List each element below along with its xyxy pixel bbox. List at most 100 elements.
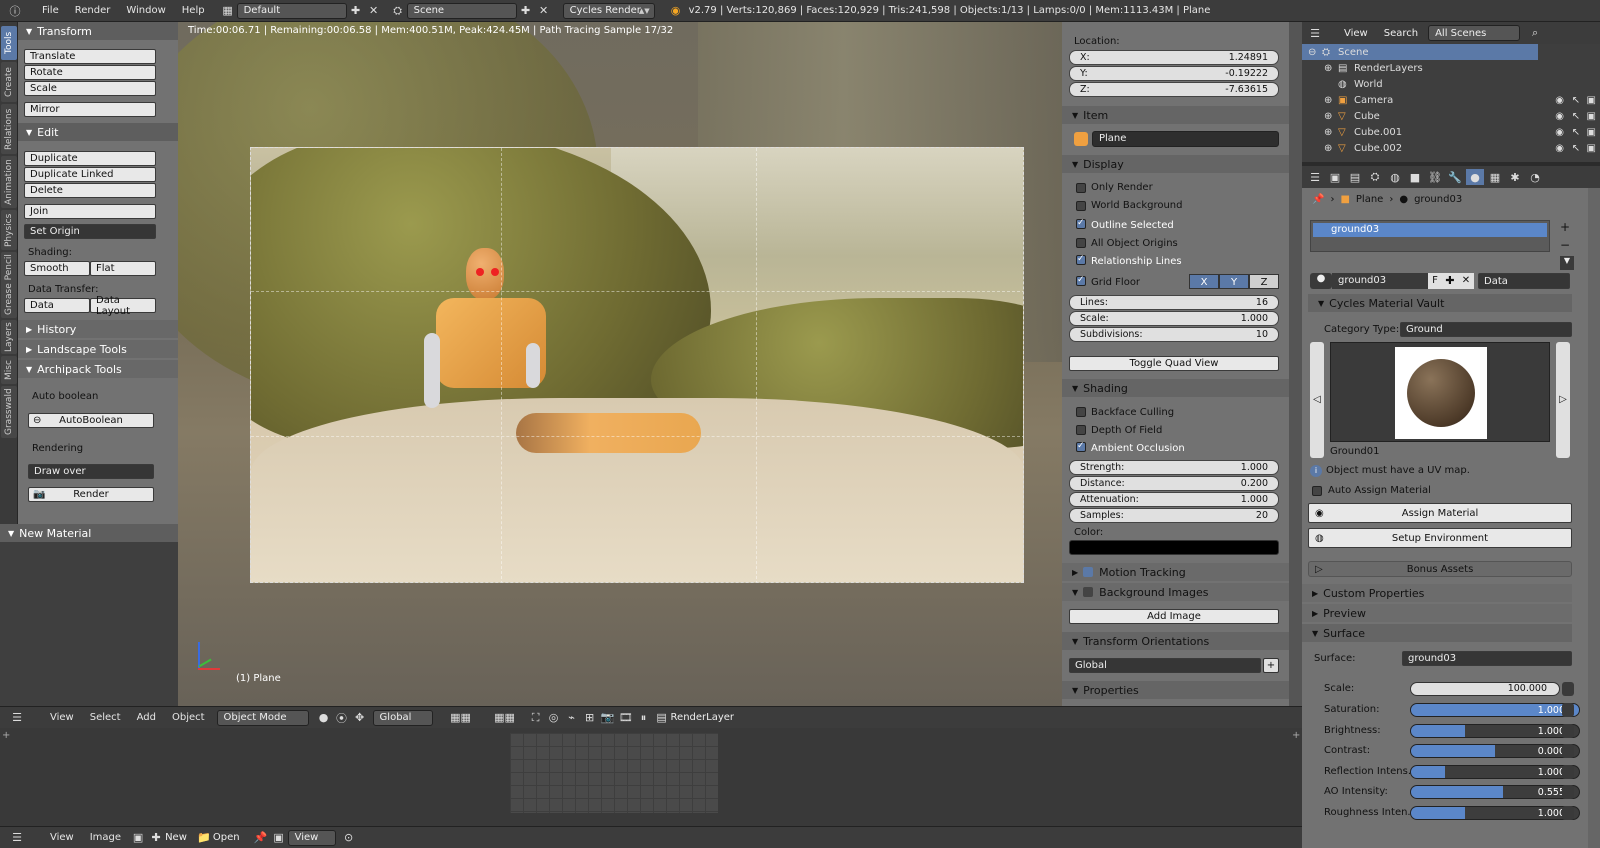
shading-panel-header[interactable]: ▼ Shading	[1062, 379, 1289, 397]
tab-misc[interactable]: Misc	[1, 356, 17, 384]
new-material-panel-header[interactable]: ▼ New Material	[0, 524, 178, 542]
add-scene-icon[interactable]: ✚	[517, 3, 535, 19]
surface-node-select[interactable]: ground03	[1402, 651, 1572, 666]
image-view-select[interactable]: View	[287, 829, 336, 846]
transform-orientations-header[interactable]: ▼ Transform Orientations	[1062, 632, 1289, 650]
backface-culling-checkbox[interactable]	[1076, 407, 1086, 417]
panel-expand-icon[interactable]: +	[2, 730, 10, 741]
toggle-quad-view-button[interactable]: Toggle Quad View	[1069, 356, 1279, 371]
scale-field[interactable]: 100.000	[1410, 682, 1560, 696]
depth-of-field-checkbox[interactable]	[1076, 425, 1086, 435]
add-slot-icon[interactable]: +	[1560, 220, 1574, 234]
physics-tab-icon[interactable]: ◔	[1526, 169, 1544, 185]
grid-lines-field[interactable]: Lines: 16	[1069, 295, 1279, 310]
surface-panel-header[interactable]: ▼ Surface	[1302, 624, 1572, 642]
visibility-eye-icon[interactable]: ◉	[1555, 143, 1564, 154]
editor-type-icon[interactable]: ☰	[8, 830, 26, 846]
orientation-select[interactable]: Global	[1069, 658, 1261, 673]
select-menu[interactable]: Select	[82, 712, 129, 723]
socket-icon[interactable]	[1562, 703, 1574, 717]
category-type-select[interactable]: Ground	[1400, 322, 1572, 337]
select-cursor-icon[interactable]: ↖	[1572, 143, 1580, 154]
duplicate-button[interactable]: Duplicate	[24, 151, 156, 166]
delete-button[interactable]: Delete	[24, 183, 156, 198]
background-images-header[interactable]: ▼ Background Images	[1062, 583, 1289, 601]
ao-distance-field[interactable]: Distance: 0.200	[1069, 476, 1279, 491]
background-images-checkbox[interactable]	[1083, 587, 1094, 597]
3d-viewport[interactable]: Time:00:06.71 | Remaining:00:06.58 | Mem…	[178, 22, 1062, 706]
location-x-field[interactable]: X: 1.24891	[1069, 50, 1279, 65]
socket-icon[interactable]	[1562, 682, 1574, 696]
pivot-point-icon[interactable]: ⦿	[333, 710, 351, 726]
properties-scrollbar[interactable]	[1588, 188, 1600, 848]
editor-type-icon[interactable]: ☰	[8, 710, 26, 726]
view-menu[interactable]: View	[42, 712, 82, 723]
outliner-item-cube-002[interactable]: ⊕ ▽ Cube.002 ◉ ↖ ▣	[1302, 140, 1600, 156]
tab-grease-pencil[interactable]: Grease Pencil	[1, 252, 17, 318]
ao-color-swatch[interactable]	[1069, 540, 1279, 555]
assign-material-button[interactable]: ◉ Assign Material	[1308, 503, 1572, 523]
tab-animation[interactable]: Animation	[1, 156, 17, 208]
data-layout-button[interactable]: Data Layout	[90, 295, 156, 317]
flat-button[interactable]: Flat	[90, 261, 156, 276]
particles-tab-icon[interactable]: ✱	[1506, 169, 1524, 185]
preview-prev-button[interactable]: ◁	[1310, 342, 1324, 458]
viewport-shading-icon[interactable]: ●	[315, 710, 333, 726]
material-vault-header[interactable]: ▼ Cycles Material Vault	[1308, 294, 1572, 312]
properties-panel-header[interactable]: ▼ Properties	[1062, 681, 1289, 699]
outliner-item-scene[interactable]: ⊖ ⛭ Scene	[1302, 44, 1538, 60]
grid-subdivisions-field[interactable]: Subdivisions: 10	[1069, 327, 1279, 342]
location-y-field[interactable]: Y: -0.19222	[1069, 66, 1279, 81]
data-transfer-button[interactable]: Data	[24, 298, 90, 313]
outliner-item-cube-001[interactable]: ⊕ ▽ Cube.001 ◉ ↖ ▣	[1302, 124, 1600, 140]
select-cursor-icon[interactable]: ↖	[1572, 111, 1580, 122]
select-cursor-icon[interactable]: ↖	[1572, 127, 1580, 138]
outliner-item-renderlayers[interactable]: ⊕ ▤ RenderLayers	[1302, 60, 1600, 76]
outliner-filter-select[interactable]: All Scenes	[1428, 25, 1521, 41]
smooth-button[interactable]: Smooth	[24, 261, 90, 276]
ao-samples-field[interactable]: Samples: 20	[1069, 508, 1279, 523]
outline-selected-checkbox[interactable]	[1076, 218, 1086, 229]
history-panel-header[interactable]: ▶ History	[18, 320, 178, 338]
visibility-eye-icon[interactable]: ◉	[1555, 95, 1564, 106]
image-browse-icon[interactable]: ▣	[129, 830, 147, 846]
material-browse-icon[interactable]: ●	[1310, 273, 1332, 289]
outliner-search-menu[interactable]: Search	[1384, 28, 1418, 39]
view-mode-icon[interactable]: ▣	[270, 830, 288, 846]
tab-grasswald[interactable]: Grasswald	[1, 386, 17, 438]
preview-next-button[interactable]: ▷	[1556, 342, 1570, 458]
edit-panel-header[interactable]: ▼ Edit	[18, 123, 178, 141]
outliner-editor-icon[interactable]: ☰	[1306, 25, 1324, 41]
render-button[interactable]: 📷 Render	[28, 487, 154, 502]
snap-icon[interactable]: ⌁	[563, 710, 581, 726]
info-editor-icon[interactable]: ⓘ	[6, 3, 24, 19]
screen-layout-icon[interactable]: ▦	[219, 3, 237, 19]
menu-help[interactable]: Help	[174, 5, 213, 16]
pin-icon[interactable]: 📌	[252, 830, 270, 846]
join-button[interactable]: Join	[24, 204, 156, 219]
ao-attenuation-field[interactable]: Attenuation: 1.000	[1069, 492, 1279, 507]
value-slider[interactable]: 1.000	[1410, 805, 1580, 820]
value-slider[interactable]: 1.000	[1410, 723, 1580, 738]
modifiers-tab-icon[interactable]: 🔧	[1446, 169, 1464, 185]
render-layer-icon[interactable]: ▤	[653, 710, 671, 726]
material-name-field[interactable]: ground03	[1332, 273, 1428, 289]
image-menu[interactable]: Image	[82, 832, 129, 843]
add-material-icon[interactable]: ✚	[1442, 273, 1458, 289]
scene-icon[interactable]: ⛭	[389, 3, 407, 19]
only-render-checkbox[interactable]	[1076, 183, 1086, 193]
render-camera-icon[interactable]: ▣	[1587, 111, 1596, 122]
draw-over-select[interactable]: Draw over	[28, 464, 154, 479]
add-orientation-icon[interactable]: +	[1263, 658, 1279, 673]
motion-tracking-header[interactable]: ▶ Motion Tracking	[1062, 563, 1289, 581]
location-z-field[interactable]: Z: -7.63615	[1069, 82, 1279, 97]
select-cursor-icon[interactable]: ↖	[1572, 95, 1580, 106]
manipulator-icon[interactable]: ✥	[351, 710, 369, 726]
world-tab-icon[interactable]: ◍	[1386, 169, 1404, 185]
visibility-eye-icon[interactable]: ◉	[1555, 127, 1564, 138]
pin-icon[interactable]: 📌	[1312, 194, 1324, 205]
rotate-button[interactable]: Rotate	[24, 65, 156, 80]
outliner-item-cube[interactable]: ⊕ ▽ Cube ◉ ↖ ▣	[1302, 108, 1600, 124]
menu-render[interactable]: Render	[67, 5, 119, 16]
socket-icon[interactable]	[1562, 723, 1574, 738]
